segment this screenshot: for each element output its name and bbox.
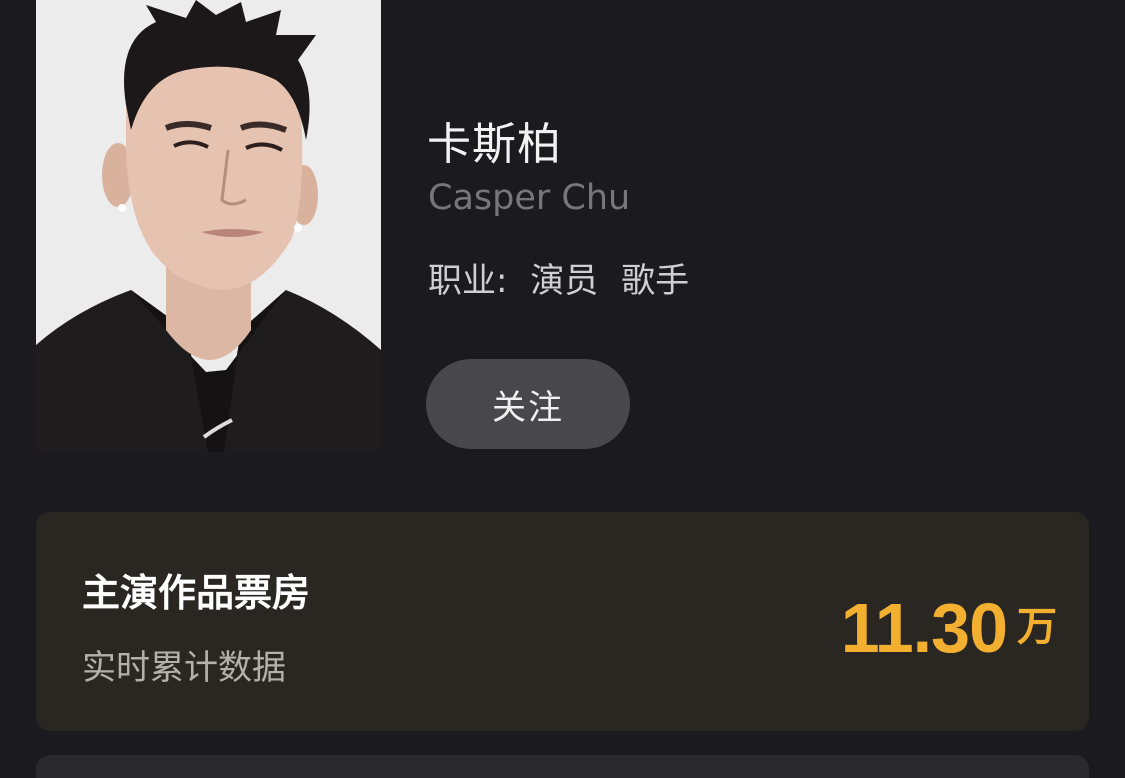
profession-item-singer: 歌手 xyxy=(621,261,690,301)
actor-photo xyxy=(36,0,381,452)
profession-row: 职业: 演员 歌手 xyxy=(428,253,701,302)
box-office-subtitle: 实时累计数据 xyxy=(82,648,286,688)
actor-name: 卡斯柏 xyxy=(427,119,562,170)
profession-label: 职业: xyxy=(428,261,508,301)
box-office-amount: 11.30 xyxy=(840,589,1008,667)
actor-name-english: Casper Chu xyxy=(428,178,631,218)
next-section-card xyxy=(36,755,1089,778)
box-office-unit: 万 xyxy=(1017,604,1057,650)
box-office-title: 主演作品票房 xyxy=(82,571,311,615)
box-office-card[interactable]: 主演作品票房 实时累计数据 11.30 万 xyxy=(36,512,1089,731)
actor-profile-page: 卡斯柏 Casper Chu 职业: 演员 歌手 关注 主演作品票房 实时累计数… xyxy=(0,0,1125,778)
profession-item-actor: 演员 xyxy=(530,261,599,301)
follow-button[interactable]: 关注 xyxy=(426,359,630,449)
box-office-value: 11.30 万 xyxy=(841,588,1057,668)
